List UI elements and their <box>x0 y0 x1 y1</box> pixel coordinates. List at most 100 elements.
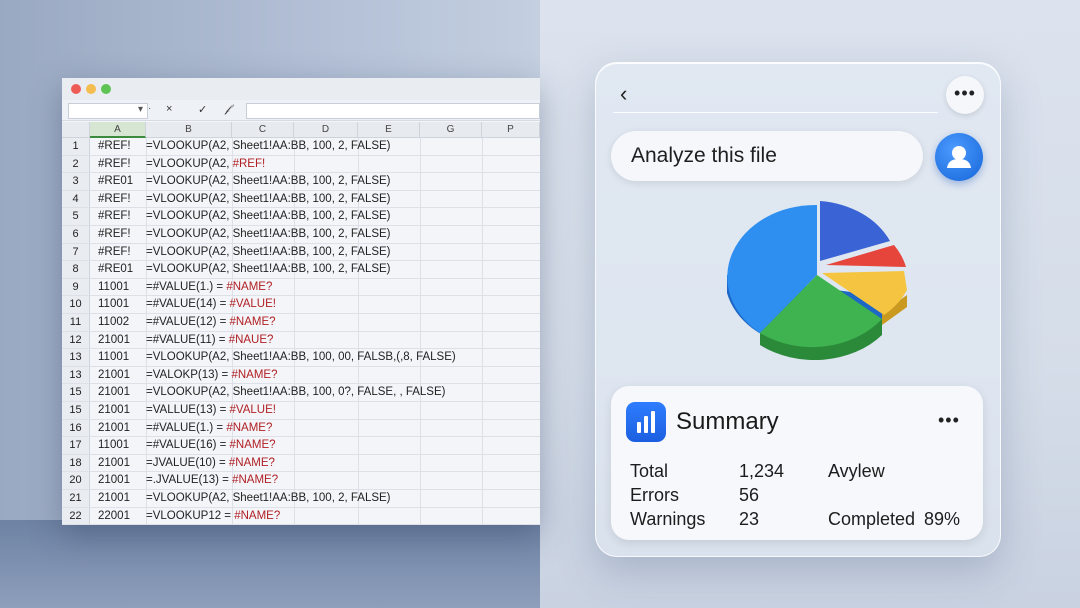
zoom-window-button[interactable] <box>101 84 111 94</box>
cell-b[interactable]: =VLOOKUP12 = #NAME? <box>146 508 280 525</box>
cell-b[interactable]: =#VALUE(12) = #NAME? <box>146 314 276 331</box>
row-header[interactable]: 5 <box>62 208 90 225</box>
cell-a[interactable]: 21001 <box>98 332 130 349</box>
row-header[interactable]: 4 <box>62 190 90 208</box>
row-header[interactable]: 9 <box>62 278 90 296</box>
title-bar <box>62 78 540 100</box>
formula-text: =#VALUE(1.) = <box>146 421 227 434</box>
function-icon[interactable]: 𝒻 <box>225 103 230 116</box>
row-header[interactable]: 15 <box>62 402 90 419</box>
user-avatar-icon[interactable] <box>935 133 983 181</box>
prompt-bubble[interactable]: Analyze this file <box>611 131 923 181</box>
cell-b[interactable]: =#VALUE(16) = #NAME? <box>146 437 276 454</box>
cell-b[interactable]: =VLOOKUP(A2, Sheet1!AA:BB, 100, 2, FALSE… <box>146 191 391 208</box>
cell-b[interactable]: =VALOKP(13) = #NAME? <box>146 367 277 384</box>
cell-a[interactable]: 21001 <box>98 455 130 472</box>
row-header[interactable]: 13 <box>62 349 90 366</box>
column-header-b[interactable]: B <box>146 122 232 138</box>
minimize-window-button[interactable] <box>86 84 96 94</box>
close-window-button[interactable] <box>71 84 81 94</box>
cell-a[interactable]: #RE01 <box>98 261 133 278</box>
cell-a[interactable]: 22001 <box>98 508 130 525</box>
cell-b[interactable]: =VLOOKUP(A2, #REF! <box>146 156 265 173</box>
more-options-button[interactable]: ••• <box>946 76 984 114</box>
confirm-formula-button[interactable]: ✓ <box>198 103 207 116</box>
cell-b[interactable]: =#VALUE(11) = #NAUE? <box>146 332 273 349</box>
cell-a[interactable]: 21001 <box>98 367 130 384</box>
row-header[interactable]: 16 <box>62 419 90 437</box>
cell-b[interactable]: =VLOOKUP(A2, Sheet1!AA:BB, 100, 0?, FALS… <box>146 384 445 401</box>
cell-b[interactable]: =VLOOKUP(A2, Sheet1!AA:BB, 100, 2, FALSE… <box>146 490 391 507</box>
row-header[interactable]: 1 <box>62 138 90 155</box>
row-header[interactable]: 21 <box>62 490 90 507</box>
row-header[interactable]: 22 <box>62 507 90 525</box>
column-header-c[interactable]: C <box>232 122 294 138</box>
column-header-d[interactable]: D <box>294 122 358 138</box>
row-header[interactable]: 15 <box>62 384 90 401</box>
cell-a[interactable]: #REF! <box>98 191 131 208</box>
row-header[interactable]: 18 <box>62 454 90 472</box>
row-header[interactable]: 11 <box>62 314 90 331</box>
table-row: 15 21001 =VALLUE(13) = #VALUE! <box>62 402 540 420</box>
table-row: 2 #REF! =VLOOKUP(A2, #REF! <box>62 155 540 174</box>
table-row: 5 #REF! =VLOOKUP(A2, Sheet1!AA:BB, 100, 2,… <box>62 208 540 226</box>
cell-b[interactable]: =VLOOKUP(A2, Sheet1!AA:BB, 100, 2, FALSE… <box>146 208 391 225</box>
row-header[interactable]: 13 <box>62 366 90 384</box>
formula-text: =VALOKP(13) = <box>146 368 232 381</box>
name-box[interactable]: ▾ <box>68 103 148 119</box>
cell-a[interactable]: 21001 <box>98 402 130 419</box>
row-header[interactable]: 2 <box>62 155 90 173</box>
cell-a[interactable]: 11001 <box>98 437 129 454</box>
row-header[interactable]: 20 <box>62 472 90 489</box>
row-header[interactable]: 7 <box>62 243 90 261</box>
formula-text: =VLOOKUP(A2, Sheet1!AA:BB, 100, 00, FALS… <box>146 351 456 364</box>
cell-b[interactable]: =JVALUE(10) = #NAME? <box>146 455 275 472</box>
row-header[interactable]: 6 <box>62 226 90 243</box>
cell-b[interactable]: =VLOOKUP(A2, Sheet1!AA:BB, 100, 2, FALSE… <box>146 226 391 243</box>
cell-a[interactable]: 21001 <box>98 472 130 489</box>
cell-a[interactable]: #RE01 <box>98 173 133 190</box>
cell-a[interactable]: #REF! <box>98 208 131 225</box>
row-header[interactable]: 17 <box>62 437 90 454</box>
formula-text: =VLOOKUP(A2, Sheet1!AA:BB, 100, 2, FALSE… <box>146 492 391 504</box>
cell-a[interactable]: #REF! <box>98 156 131 173</box>
cell-a[interactable]: 11001 <box>98 296 129 313</box>
cancel-formula-button[interactable]: × <box>166 103 172 115</box>
formula-text: =VLOOKUP(A2, <box>146 157 233 170</box>
cell-b[interactable]: =#VALUE(14) = #VALUE! <box>146 296 276 313</box>
back-icon[interactable]: ‹ <box>620 82 627 106</box>
column-header-p[interactable]: P <box>482 122 540 138</box>
cell-b[interactable]: =VLOOKUP(A2, Sheet1!AA:BB, 100, 2, FALSE… <box>146 173 391 190</box>
completed-label: Completed <box>828 509 916 529</box>
cell-b[interactable]: =#VALUE(1.) = #NAME? <box>146 420 272 437</box>
row-header[interactable]: 3 <box>62 173 90 190</box>
row-header[interactable]: 8 <box>62 261 90 278</box>
formula-text: =VLOOKUP(A2, Sheet1!AA:BB, 100, 2, FALSE… <box>146 175 391 188</box>
column-header-a[interactable]: A <box>90 122 146 138</box>
cell-b[interactable]: =#VALUE(1.) = #NAME? <box>146 279 272 296</box>
column-header-e[interactable]: E <box>358 122 420 138</box>
cell-a[interactable]: #REF! <box>98 226 131 243</box>
select-all-corner[interactable] <box>62 122 90 138</box>
cell-b[interactable]: =VALLUE(13) = #VALUE! <box>146 402 276 419</box>
cell-b[interactable]: =VLOOKUP(A2, Sheet1!AA:BB, 100, 2, FALSE… <box>146 138 391 155</box>
cell-a[interactable]: 21001 <box>98 420 130 437</box>
cell-a[interactable]: 11001 <box>98 279 129 296</box>
row-header[interactable]: 10 <box>62 296 90 313</box>
formula-input[interactable] <box>246 103 540 119</box>
cell-a[interactable]: 11001 <box>98 349 129 366</box>
row-header[interactable]: 12 <box>62 331 90 349</box>
summary-more-button[interactable]: ••• <box>938 410 960 431</box>
formula-text: =VLOOKUP(A2, Sheet1!AA:BB, 100, 2, FALSE… <box>146 263 391 276</box>
cell-b[interactable]: =VLOOKUP(A2, Sheet1!AA:BB, 100, 2, FALSE… <box>146 261 391 278</box>
column-header-g[interactable]: G <box>420 122 482 138</box>
cell-a[interactable]: #REF! <box>98 244 131 261</box>
cell-b[interactable]: =VLOOKUP(A2, Sheet1!AA:BB, 100, 00, FALS… <box>146 349 456 366</box>
cell-a[interactable]: 21001 <box>98 384 130 401</box>
cell-b[interactable]: =VLOOKUP(A2, Sheet1!AA:BB, 100, 2, FALSE… <box>146 244 391 261</box>
cell-a[interactable]: 11002 <box>98 314 129 331</box>
cell-a[interactable]: #REF! <box>98 138 131 155</box>
cell-b[interactable]: =.JVALUE(13) = #NAME? <box>146 472 278 489</box>
error-value: #REF! <box>232 157 266 170</box>
cell-a[interactable]: 21001 <box>98 490 130 507</box>
